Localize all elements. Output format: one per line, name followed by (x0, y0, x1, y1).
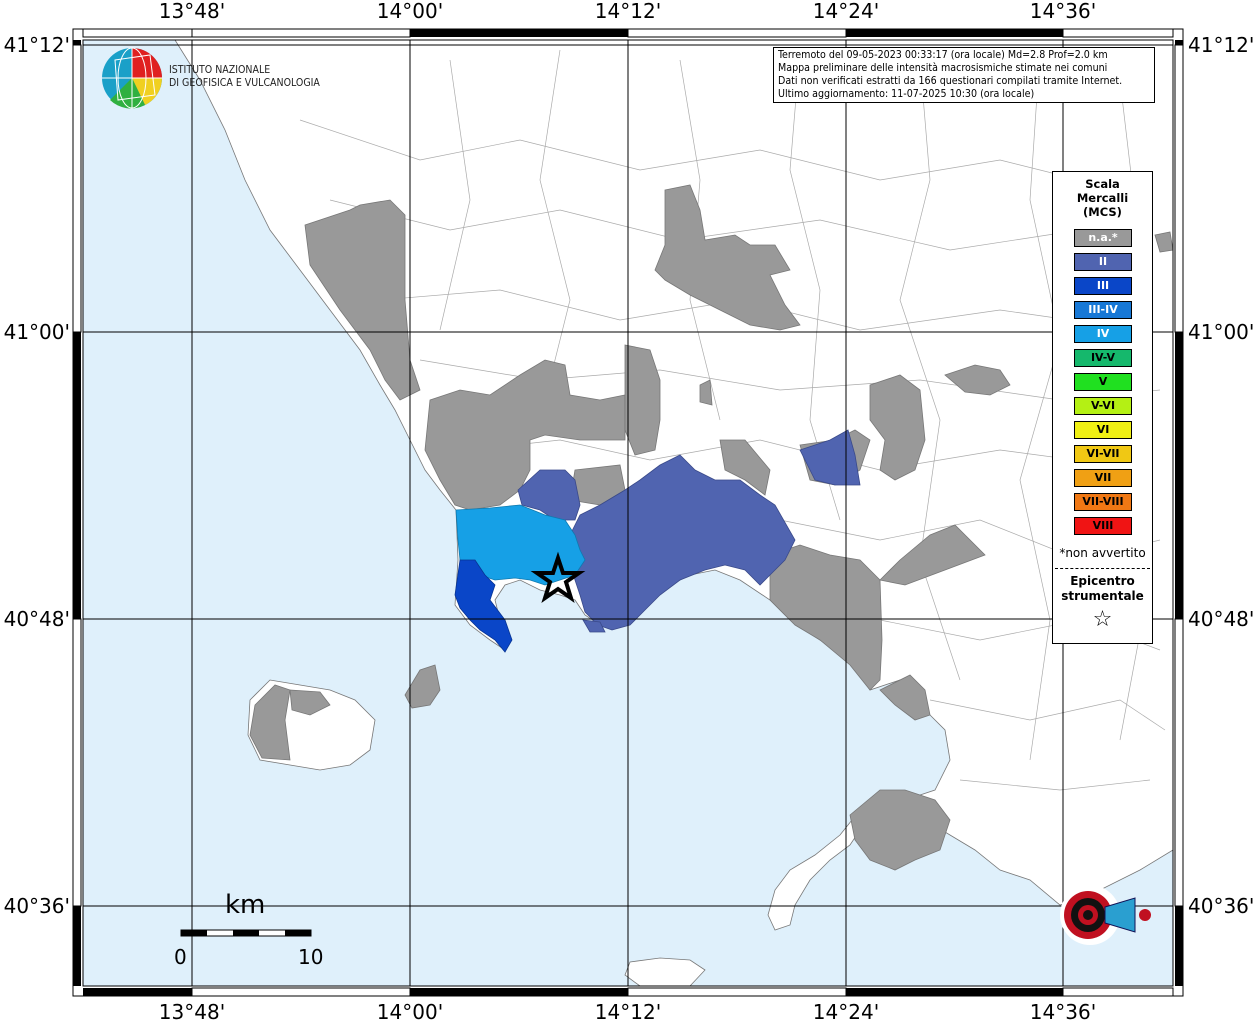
lat-label-right-4: 40°36' (1188, 894, 1254, 918)
lat-label-right-1: 41°12' (1188, 33, 1254, 57)
ingv-logo-text: ISTITUTO NAZIONALE DI GEOFISICA E VULCAN… (169, 64, 320, 90)
legend-separator (1055, 568, 1150, 569)
lon-label-bottom-3: 14°12' (595, 1000, 661, 1024)
legend-epicenter-line2: strumentale (1061, 589, 1144, 603)
scale-bar (180, 929, 312, 937)
lat-label-left-4: 40°36' (4, 894, 70, 918)
earthquake-info-box: Terremoto del 09-05-2023 00:33:17 (ora l… (773, 47, 1155, 103)
legend-epicenter-label: Epicentro strumentale (1053, 574, 1152, 604)
lon-label-bottom-4: 14°24' (813, 1000, 879, 1024)
legend-epicenter-line1: Epicentro (1070, 574, 1135, 588)
scale-unit: km (225, 890, 266, 920)
legend-star-icon: ☆ (1092, 607, 1113, 632)
lon-label-bottom-5: 14°36' (1030, 1000, 1096, 1024)
lon-label-top-5: 14°36' (1030, 0, 1096, 23)
legend-title-line1: Scala (1085, 177, 1120, 191)
lat-label-right-3: 40°48' (1188, 607, 1254, 631)
ingv-name-line2: DI GEOFISICA E VULCANOLOGIA (169, 77, 320, 89)
legend-item-viii: VIII (1074, 517, 1132, 535)
legend-item-v: V (1074, 373, 1132, 391)
lon-label-top-3: 14°12' (595, 0, 661, 23)
lon-label-top-1: 13°48' (159, 0, 225, 23)
info-line-event: Terremoto del 09-05-2023 00:33:17 (ora l… (778, 49, 1108, 61)
legend-note: *non avvertito (1059, 546, 1146, 560)
legend-item-iv: IV (1074, 325, 1132, 343)
lat-label-left-2: 41°00' (4, 320, 70, 344)
lon-label-bottom-1: 13°48' (159, 1000, 225, 1024)
lat-label-left-1: 41°12' (4, 33, 70, 57)
legend-item-vi: VI (1074, 421, 1132, 439)
legend-title: Scala Mercalli (MCS) (1053, 177, 1152, 219)
legend-item-iii: III (1074, 277, 1132, 295)
legend-item-n-a-: n.a.* (1074, 229, 1132, 247)
legend-title-line3: (MCS) (1083, 205, 1122, 219)
legend-title-line2: Mercalli (1076, 191, 1129, 205)
lat-label-left-3: 40°48' (4, 607, 70, 631)
legend-item-iv-v: IV-V (1074, 349, 1132, 367)
ingv-name-line1: ISTITUTO NAZIONALE (169, 64, 271, 76)
info-line-data: Dati non verificati estratti da 166 ques… (778, 75, 1123, 87)
legend-item-v-vi: V-VI (1074, 397, 1132, 415)
mcs-legend: Scala Mercalli (MCS) n.a.* II III III-IV IV I… (1052, 171, 1153, 644)
info-line-map: Mappa preliminare delle intensità macros… (778, 62, 1108, 74)
lon-label-top-4: 14°24' (813, 0, 879, 23)
legend-item-vii: VII (1074, 469, 1132, 487)
scale-min: 0 (174, 945, 187, 969)
legend-item-ii: II (1074, 253, 1132, 271)
legend-item-vii-viii: VII-VIII (1074, 493, 1132, 511)
legend-item-iii-iv: III-IV (1074, 301, 1132, 319)
scale-max: 10 (298, 945, 324, 969)
island-capri (624, 957, 706, 987)
info-line-updated: Ultimo aggiornamento: 11-07-2025 10:30 (… (778, 88, 1035, 100)
lon-label-top-2: 14°00' (377, 0, 443, 23)
legend-item-vi-vii: VI-VII (1074, 445, 1132, 463)
lat-label-right-2: 41°00' (1188, 320, 1254, 344)
lon-label-bottom-2: 14°00' (377, 1000, 443, 1024)
